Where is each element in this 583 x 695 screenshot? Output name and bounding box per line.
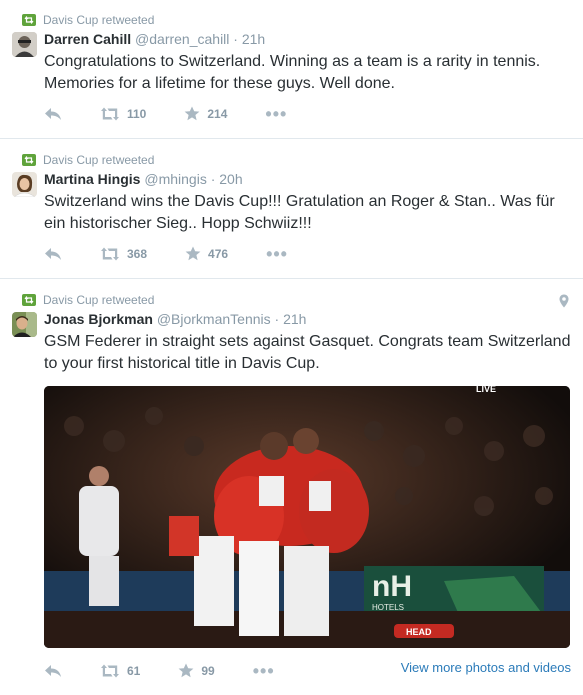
reply-button[interactable]	[44, 247, 62, 261]
sponsor-logo: nH	[372, 570, 412, 603]
reply-icon	[45, 247, 61, 260]
retweet-context-label: Davis Cup retweeted	[43, 153, 155, 167]
retweet-context[interactable]: Davis Cup retweeted	[22, 13, 154, 27]
favorite-button[interactable]: 99	[178, 663, 215, 678]
retweet-icon	[22, 154, 36, 166]
tweet-header: Jonas Bjorkman @BjorkmanTennis · 21h	[44, 311, 306, 327]
retweet-button[interactable]: 61	[100, 664, 140, 678]
tweet-header: Darren Cahill @darren_cahill · 21h	[44, 31, 265, 47]
tweet-header: Martina Hingis @mhingis · 20h	[44, 171, 243, 187]
timestamp[interactable]: 20h	[219, 171, 242, 187]
retweet-count: 110	[127, 106, 147, 121]
separator-dot: ·	[233, 31, 238, 47]
favorite-star-icon	[178, 663, 194, 678]
tweet-actions: 110 214 •••	[44, 105, 287, 123]
retweet-count: 61	[127, 663, 141, 678]
favorite-button[interactable]: 214	[184, 106, 227, 121]
retweet-context[interactable]: Davis Cup retweeted	[22, 293, 154, 307]
retweet-icon	[22, 294, 36, 306]
separator-dot: ·	[274, 311, 280, 327]
reply-icon	[45, 107, 61, 120]
avatar[interactable]	[12, 32, 37, 57]
favorite-star-icon	[184, 106, 200, 121]
favorite-button[interactable]: 476	[185, 246, 228, 261]
favorite-star-icon	[185, 246, 201, 261]
view-more-photos-link[interactable]: View more photos and videos	[401, 660, 571, 675]
user-name[interactable]: Jonas Bjorkman	[44, 311, 153, 327]
user-name[interactable]: Martina Hingis	[44, 171, 140, 187]
live-label: LIVE	[476, 386, 496, 394]
user-handle[interactable]: @darren_cahill	[135, 31, 229, 47]
reply-button[interactable]	[44, 664, 62, 678]
retweet-icon	[22, 14, 36, 26]
tweet-text: Switzerland wins the Davis Cup!!! Gratul…	[44, 193, 555, 232]
user-handle[interactable]: @mhingis	[144, 171, 206, 187]
timestamp[interactable]: 21h	[283, 311, 306, 327]
reply-button[interactable]	[44, 107, 62, 121]
user-name[interactable]: Darren Cahill	[44, 31, 131, 47]
avatar[interactable]	[12, 312, 37, 337]
retweet-context-label: Davis Cup retweeted	[43, 293, 155, 307]
retweet-context[interactable]: Davis Cup retweeted	[22, 153, 154, 167]
retweet-button[interactable]: 110	[100, 107, 146, 121]
avatar[interactable]	[12, 172, 37, 197]
tweet-actions: 61 99 •••	[44, 662, 275, 680]
retweet-icon	[101, 107, 119, 120]
tweet[interactable]: Davis Cup retweeted Darren Cahill @darre…	[0, 0, 583, 139]
more-dots-icon[interactable]: •••	[266, 245, 288, 263]
favorite-count: 99	[201, 663, 215, 678]
tweet-actions: 368 476 •••	[44, 245, 288, 263]
racket-brand-label: HEAD	[406, 627, 432, 637]
favorite-count: 214	[207, 106, 228, 121]
favorite-count: 476	[208, 246, 229, 261]
more-dots-icon[interactable]: •••	[253, 662, 275, 680]
retweet-count: 368	[127, 246, 148, 261]
reply-icon	[45, 664, 61, 677]
retweet-icon	[101, 664, 119, 677]
location-pin-icon[interactable]	[559, 294, 569, 313]
retweet-context-label: Davis Cup retweeted	[43, 13, 155, 27]
separator-dot: ·	[210, 171, 216, 187]
retweet-icon	[101, 247, 119, 260]
retweet-button[interactable]: 368	[100, 247, 147, 261]
tweet-text: GSM Federer in straight sets against Gas…	[44, 333, 571, 372]
tweet-photo[interactable]: LIVE nH HOTELS HEAD	[44, 386, 570, 648]
tweet-text: Congratulations to Switzerland. Winning …	[44, 53, 541, 92]
user-handle[interactable]: @BjorkmanTennis	[157, 311, 271, 327]
timestamp[interactable]: 21h	[242, 31, 265, 47]
sponsor-hotels-label: HOTELS	[372, 603, 404, 612]
more-dots-icon[interactable]: •••	[265, 105, 287, 123]
tweet[interactable]: Davis Cup retweeted Martina Hingis @mhin…	[0, 139, 583, 279]
